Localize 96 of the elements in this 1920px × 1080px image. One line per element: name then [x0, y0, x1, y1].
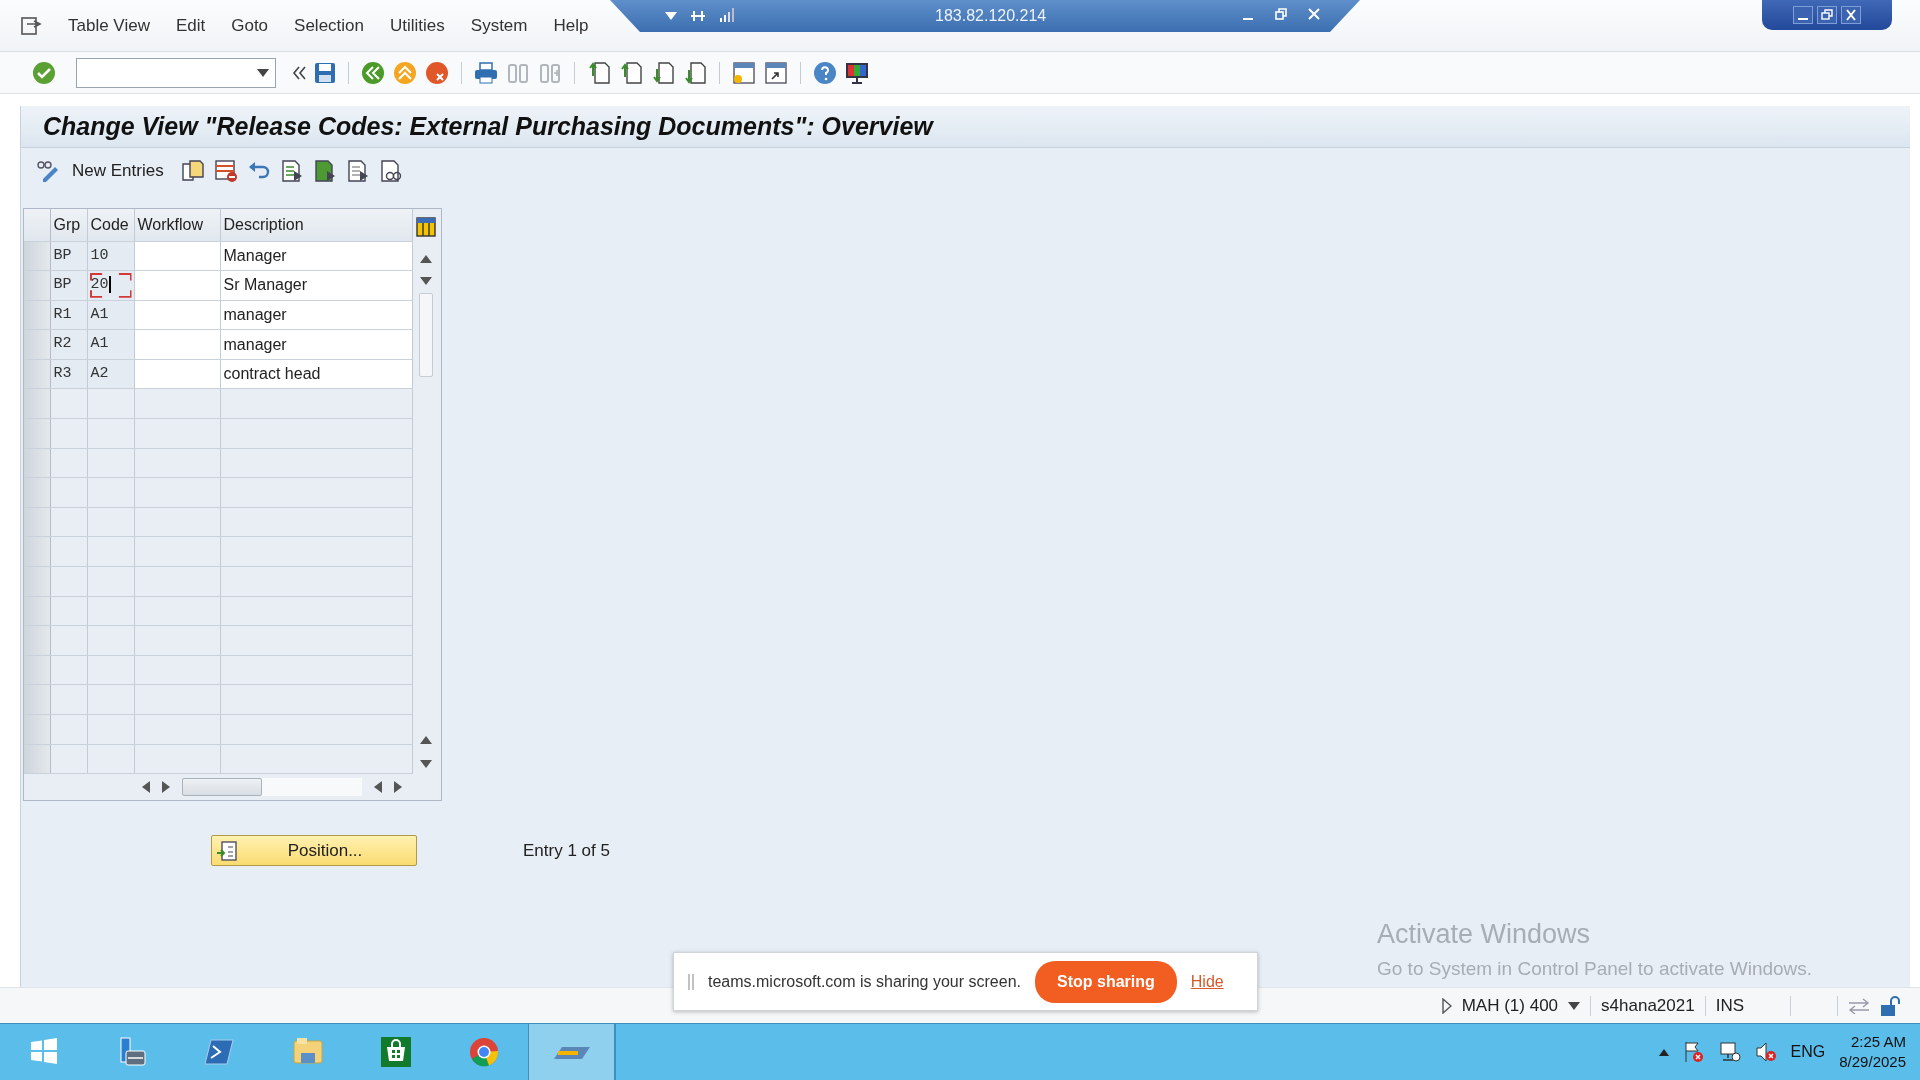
table-cell[interactable]: manager: [220, 300, 412, 330]
copy-icon[interactable]: [180, 159, 205, 183]
enter-icon[interactable]: [32, 60, 56, 85]
first-page-icon[interactable]: [587, 60, 611, 85]
restore-icon[interactable]: [1275, 8, 1287, 20]
select-all-handle[interactable]: [24, 209, 50, 241]
back-icon[interactable]: [361, 60, 385, 85]
lock-icon[interactable]: [1880, 994, 1902, 1017]
position-button[interactable]: Position...: [211, 835, 417, 867]
share-message: teams.microsoft.com is sharing your screen.: [708, 971, 1021, 992]
network-icon[interactable]: [1718, 1041, 1741, 1063]
restore-icon[interactable]: [1817, 6, 1837, 24]
menu-item[interactable]: Utilities: [386, 10, 449, 41]
hide-link[interactable]: Hide: [1190, 969, 1224, 994]
column-header[interactable]: Grp: [50, 209, 87, 241]
collapse-icon[interactable]: [292, 65, 306, 80]
scroll-left-icon[interactable]: [142, 781, 150, 794]
scroll-down-icon[interactable]: [419, 760, 432, 769]
volume-muted-icon[interactable]: [1754, 1041, 1777, 1063]
system-info: MAH (1) 400: [1461, 994, 1559, 1017]
clock-time[interactable]: 2:25 AM: [1839, 1031, 1906, 1052]
scroll-right-icon[interactable]: [394, 781, 402, 794]
menu-item[interactable]: Edit: [171, 10, 210, 41]
signal-icon: [720, 8, 734, 22]
next-page-icon[interactable]: [651, 60, 675, 85]
drag-handle-icon[interactable]: [688, 973, 694, 990]
screen-title: Change View "Release Codes: External Purchasing Documents": Overview: [43, 110, 933, 142]
cancel-icon[interactable]: [425, 60, 449, 85]
terminal-icon: [205, 1037, 235, 1067]
minimize-icon[interactable]: [1793, 6, 1813, 24]
clock-date[interactable]: 8/29/2025: [1839, 1052, 1906, 1073]
menu-item[interactable]: Goto: [227, 10, 273, 41]
position-icon: [216, 840, 238, 861]
windows-logo-icon: [29, 1037, 59, 1067]
input-field[interactable]: [134, 329, 220, 360]
input-mode: INS: [1715, 994, 1744, 1017]
dropdown-caret-icon: [257, 68, 269, 77]
pin-icon[interactable]: [690, 9, 706, 23]
menu-item[interactable]: Help: [549, 10, 593, 41]
shortcut-icon[interactable]: [764, 60, 788, 85]
connection-icon: [1848, 997, 1870, 1014]
print-preview-icon[interactable]: [378, 159, 403, 183]
language-indicator[interactable]: ENG: [1790, 1040, 1826, 1064]
print-icon[interactable]: [474, 61, 498, 84]
display-change-icon[interactable]: [35, 159, 59, 183]
server-name: s4hana2021: [1601, 994, 1695, 1017]
column-settings-icon[interactable]: [415, 217, 436, 237]
new-entries-button[interactable]: New Entries: [68, 158, 172, 184]
table-cell[interactable]: Manager: [220, 241, 412, 271]
scroll-down-icon[interactable]: [419, 277, 432, 285]
scroll-right-icon[interactable]: [162, 781, 170, 794]
dropdown-caret-icon[interactable]: [1568, 1001, 1581, 1010]
scroll-up-icon[interactable]: [419, 255, 432, 263]
column-header[interactable]: Code: [87, 209, 134, 241]
last-page-icon[interactable]: [683, 60, 707, 85]
table-cell[interactable]: manager: [220, 329, 412, 360]
connection-address: 183.82.120.214: [935, 6, 1047, 26]
entry-count: Entry 1 of 5: [523, 839, 610, 862]
previous-page-icon[interactable]: [619, 60, 643, 85]
taskbar-button[interactable]: [528, 1024, 616, 1080]
scrollbar-thumb[interactable]: [418, 293, 433, 377]
store-icon: [381, 1037, 411, 1067]
scroll-left-icon[interactable]: [374, 781, 382, 794]
column-header[interactable]: Description: [220, 209, 412, 241]
delete-icon[interactable]: [213, 159, 238, 183]
activation-title: Activate Windows: [1377, 918, 1592, 951]
folder-icon: [293, 1037, 323, 1067]
show-hidden-icon[interactable]: [1658, 1048, 1669, 1056]
help-icon[interactable]: [813, 60, 837, 85]
column-header[interactable]: Workflow: [134, 209, 220, 241]
menu-item[interactable]: Table View: [64, 10, 154, 41]
select-block-icon[interactable]: [312, 159, 337, 183]
flag-error-icon[interactable]: [1682, 1041, 1705, 1063]
new-session-icon[interactable]: [732, 60, 756, 85]
input-field[interactable]: [134, 270, 220, 301]
input-field[interactable]: [134, 359, 220, 389]
deselect-icon[interactable]: [345, 159, 370, 183]
save-icon[interactable]: [314, 61, 336, 84]
menu-icon[interactable]: [20, 15, 42, 36]
scrollbar-thumb[interactable]: [182, 778, 262, 797]
table-cell[interactable]: Sr Manager: [220, 270, 412, 301]
menu-item[interactable]: System: [466, 10, 532, 41]
monitor-icon[interactable]: [845, 60, 869, 85]
scroll-up-icon[interactable]: [419, 736, 432, 745]
dropdown-caret-icon[interactable]: [665, 12, 677, 20]
command-field[interactable]: [76, 57, 276, 88]
input-field[interactable]: [134, 300, 220, 330]
input-field[interactable]: [134, 241, 220, 271]
server-manager-icon: [117, 1037, 147, 1067]
select-all-icon[interactable]: [279, 159, 304, 183]
menu-item[interactable]: Selection: [290, 10, 368, 41]
close-icon[interactable]: [1841, 6, 1861, 24]
table-cell[interactable]: contract head: [220, 359, 412, 389]
browser-icon: [469, 1037, 499, 1067]
activation-text: Go to System in Control Panel to activate Windows.: [1377, 956, 1813, 981]
expand-status-icon[interactable]: [1441, 997, 1452, 1014]
